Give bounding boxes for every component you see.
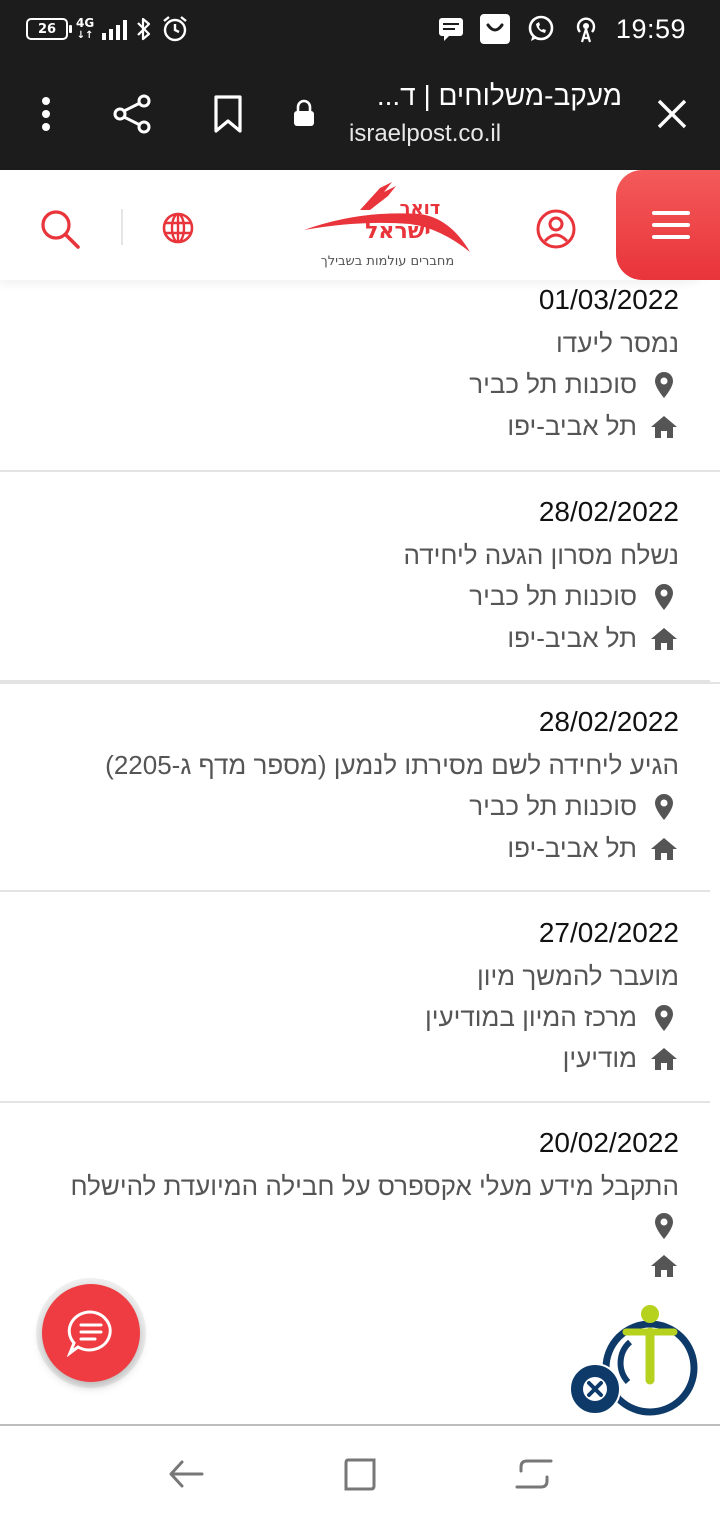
lock-icon: [292, 98, 316, 128]
chat-icon: [66, 1310, 112, 1357]
user-icon[interactable]: [534, 207, 578, 251]
tracking-entries: [0, 280, 720, 1420]
logo-text-top: דואר: [400, 198, 441, 219]
hotspot-icon: [576, 17, 596, 43]
status-bar: 26 4G ↓↑ 19:59: [0, 0, 720, 58]
header-divider: [121, 209, 123, 245]
url-text[interactable]: israelpost.co.il: [349, 120, 501, 148]
network-type: 4G: [76, 15, 95, 30]
home-square-icon[interactable]: [340, 1454, 380, 1494]
accessibility-button[interactable]: [568, 1302, 708, 1422]
logo-text-bottom: ישראל: [365, 219, 431, 244]
menu-icon[interactable]: [616, 170, 720, 280]
recents-icon[interactable]: [514, 1454, 554, 1494]
share-icon[interactable]: [110, 92, 154, 136]
bluetooth-icon: [137, 17, 151, 41]
page-title[interactable]: מעקב-משלוחים | ד...: [342, 80, 622, 112]
4g-icon: 4G ↓↑: [76, 15, 95, 41]
signal-icon: [102, 18, 128, 40]
whatsapp-icon: [528, 15, 554, 41]
logo-tagline: מחברים עולמות בשבילך: [320, 254, 455, 269]
back-icon[interactable]: [166, 1454, 206, 1494]
search-icon[interactable]: [38, 207, 82, 251]
chat-button[interactable]: [42, 1284, 140, 1382]
message-icon: [438, 18, 463, 41]
close-icon[interactable]: [654, 96, 690, 132]
system-nav-bar: [0, 1424, 720, 1522]
globe-icon[interactable]: [160, 210, 196, 246]
battery-level: 26: [37, 21, 57, 37]
more-icon[interactable]: [36, 94, 56, 134]
browser-toolbar: מעקב-משלוחים | ד... israelpost.co.il: [0, 58, 720, 170]
bookmark-icon[interactable]: [210, 92, 246, 136]
shopping-icon: [479, 14, 510, 44]
status-time: 19:59: [615, 13, 686, 44]
alarm-icon: [163, 16, 187, 42]
close-icon[interactable]: [568, 1362, 622, 1416]
israel-post-logo[interactable]: דואר ישראל מחברים עולמות בשבילך: [300, 180, 475, 275]
battery-icon: 26: [26, 18, 72, 40]
